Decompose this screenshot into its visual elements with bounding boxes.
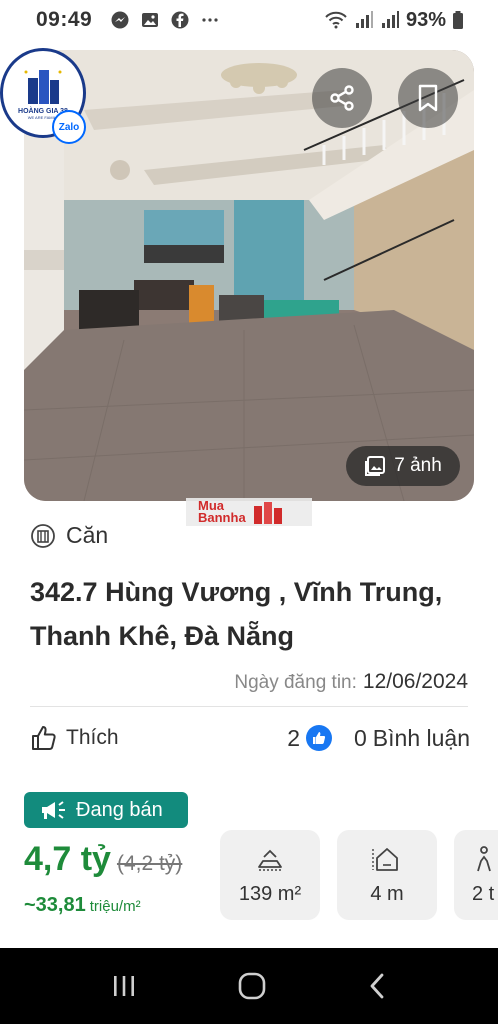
spec-area: 139 m²: [220, 830, 320, 920]
posted-label: Ngày đăng tin:: [234, 672, 357, 693]
battery-icon: [453, 11, 463, 29]
photo-count-button[interactable]: 7 ảnh: [346, 446, 460, 486]
spec-frontage: 4 m: [337, 830, 437, 920]
area-icon: [258, 849, 282, 871]
back-icon[interactable]: [365, 972, 389, 1000]
gallery-icon: [142, 13, 159, 27]
category-label: Căn: [66, 522, 109, 548]
status-bar: 09:49 93%: [0, 0, 498, 40]
area-value: 139 m²: [238, 882, 302, 905]
share-icon: [330, 85, 354, 111]
price: 4,7 tỷ (4,2 tỷ): [24, 840, 182, 879]
wifi-icon: [325, 11, 347, 29]
like-reaction-icon: [306, 725, 332, 751]
watermark: Mua Bannha: [186, 498, 312, 526]
comment-label: Bình luận: [372, 724, 470, 751]
comment-count: 0: [354, 724, 367, 751]
price-per-m2-unit: triệu/m²: [89, 898, 141, 915]
like-label: Thích: [66, 726, 119, 749]
more-dots-icon: [202, 18, 218, 22]
reaction-bar: Thích 2 0 Bình luận: [30, 720, 470, 756]
signal-icon: [355, 11, 373, 28]
posted-date: Ngày đăng tin: 12/06/2024: [234, 670, 468, 694]
price-per-m2: ~33,81 triệu/m²: [24, 894, 141, 917]
posted-value: 12/06/2024: [362, 670, 468, 693]
comments-link[interactable]: 0 Bình luận: [354, 725, 470, 752]
recent-apps-icon[interactable]: [109, 973, 139, 999]
divider: [30, 706, 468, 707]
status-label: Đang bán: [76, 798, 163, 821]
status-badge: Đang bán: [24, 792, 188, 828]
listing-address: 342.7 Hùng Vương , Vĩnh Trung, Thanh Khê…: [30, 577, 443, 651]
megaphone-icon: [42, 801, 65, 819]
system-nav-bar: [0, 948, 498, 1024]
bookmark-icon: [418, 84, 438, 112]
watermark-building-icon: [253, 502, 282, 524]
floors-value: 2 t: [472, 882, 495, 905]
frontage-icon: [372, 847, 398, 871]
frontage-value: 4 m: [370, 882, 404, 905]
price-value: 4,7 tỷ: [24, 840, 111, 878]
property-category: Căn: [30, 522, 108, 549]
signal-icon-2: [381, 11, 399, 28]
messenger-icon: [111, 11, 129, 29]
floors-icon: [477, 845, 491, 871]
battery-percent: 93%: [405, 8, 446, 31]
share-button[interactable]: [312, 68, 372, 128]
old-price: (4,2 tỷ): [116, 852, 183, 875]
like-button[interactable]: Thích: [30, 724, 119, 752]
save-listing-button[interactable]: [398, 68, 458, 128]
house-type-icon: [31, 523, 55, 548]
clock: 09:49: [36, 8, 93, 31]
reaction-counts: 2 0 Bình luận: [287, 725, 470, 752]
thumbs-up-icon: [32, 726, 56, 750]
price-per-m2-value: ~33,81: [24, 894, 86, 916]
home-icon[interactable]: [236, 970, 268, 1002]
facebook-icon: [171, 11, 189, 29]
spec-floors: 2 t: [454, 830, 498, 920]
building-logo-icon: [24, 70, 62, 104]
notification-icons: [110, 10, 220, 30]
listing-photo[interactable]: 7 ảnh: [24, 50, 474, 501]
zalo-badge[interactable]: Zalo: [52, 110, 86, 144]
watermark-line2: Bannha: [198, 510, 246, 525]
system-indicators: 93%: [324, 9, 464, 32]
like-count: 2: [287, 724, 300, 751]
photo-count-label: 7 ảnh: [394, 455, 442, 476]
gallery-icon: [365, 456, 386, 476]
